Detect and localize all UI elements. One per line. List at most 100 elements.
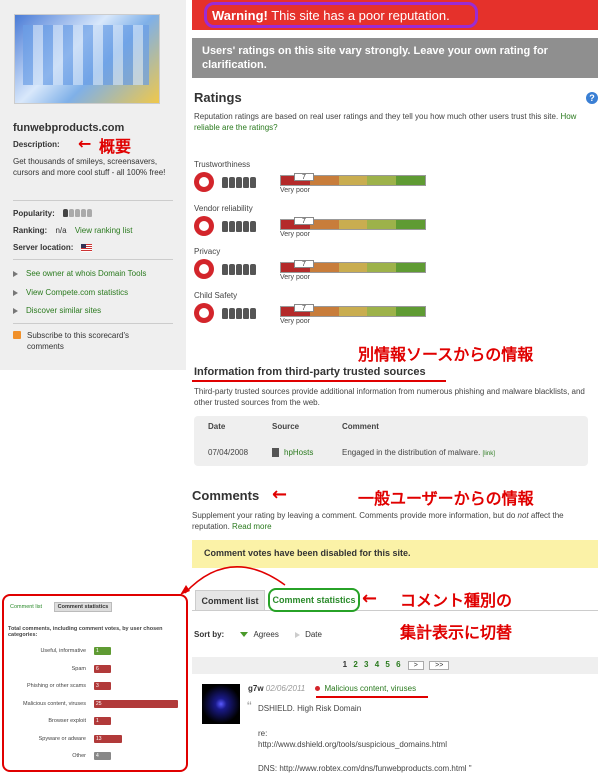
inset-row-bar: 25 <box>94 699 178 708</box>
document-icon <box>272 448 279 458</box>
quote-icon: “ <box>247 698 252 714</box>
ratings-title: Ratings <box>194 90 242 105</box>
avatar[interactable] <box>202 684 240 724</box>
server-location-row: Server location: <box>13 243 92 252</box>
annotation-curve-arrow <box>180 566 286 595</box>
comment-link[interactable]: http://www.dshield.org/tools/suspicious_… <box>258 740 447 749</box>
triangle-right-icon <box>13 289 18 296</box>
people-icon <box>222 264 257 277</box>
inset-row-label: Other <box>72 753 86 759</box>
divider <box>13 200 173 201</box>
people-icon <box>222 177 257 190</box>
annotation-arrow-toggle: ← <box>362 588 378 609</box>
column-header: Source <box>272 422 300 431</box>
inset-row-label: Spam <box>71 665 86 672</box>
inset-row-label: Phishing or other scams <box>27 683 86 689</box>
rating-value: 7 <box>294 304 314 312</box>
comment-line: DNS: http://www.robtex.com/dns/funwebpro… <box>258 764 472 773</box>
annotation-users: 一般ユーザーからの情報 <box>358 489 534 508</box>
third-party-intro: Third-party trusted sources provide addi… <box>194 387 585 407</box>
rating-label: Trustworthiness <box>194 160 251 169</box>
popularity-row: Popularity: <box>13 209 93 219</box>
comment-line: re: <box>258 729 268 738</box>
column-header: Date <box>208 422 226 431</box>
comment-date: 02/06/2011 <box>265 684 306 693</box>
ranking-list-link[interactable]: View ranking list <box>75 226 133 235</box>
comments-intro: Supplement your rating by leaving a comm… <box>192 511 564 531</box>
people-icon <box>222 308 257 321</box>
inset-row-bar: 13 <box>94 734 122 743</box>
inset-row-bar: 4 <box>94 752 111 760</box>
inset-row-label: Malicious content, viruses <box>23 700 86 707</box>
ratings-intro: Reputation ratings are based on real use… <box>194 112 577 132</box>
inset-tab-list[interactable]: Comment list <box>10 604 42 610</box>
page-link[interactable]: 4 <box>375 660 379 669</box>
annotation-arrow-users: ← <box>272 484 288 505</box>
annotation-toggle-line1: コメント種別の <box>400 591 513 610</box>
inset-row-bar: 3 <box>94 682 111 690</box>
notice-box: Users' ratings on this site vary strongl… <box>192 38 598 78</box>
annotation-arrow-overview: ← <box>78 134 92 153</box>
last-page-button[interactable]: >> <box>429 661 450 670</box>
rating-verdict: Very poor <box>280 231 310 238</box>
sort-bar: Sort by: Agrees Date <box>194 630 322 639</box>
comment-category[interactable]: Malicious content, viruses <box>324 684 416 693</box>
comment-statistics-inset: Comment list Comment statistics Total co… <box>2 594 188 772</box>
rating-label: Privacy <box>194 247 221 256</box>
read-more-link[interactable]: Read more <box>232 522 272 531</box>
category-dot-icon <box>315 686 321 692</box>
table-cell-comment: Engaged in the distribution of malware. … <box>342 448 495 457</box>
warning-highlight: Warning! This site has a poor reputation… <box>204 2 478 28</box>
inset-row-bar: 1 <box>94 647 111 655</box>
rating-ring-icon <box>194 259 214 279</box>
inset-row-label: Useful, informative <box>40 648 86 654</box>
comment-user[interactable]: g7w <box>248 684 264 693</box>
rating-value: 7 <box>294 260 314 268</box>
rating-ring-icon <box>194 303 214 323</box>
table-cell-source[interactable]: hpHosts <box>272 448 313 458</box>
pagination: 1 2 3 4 5 6 > >> <box>192 657 598 674</box>
rating-value: 7 <box>294 173 314 181</box>
inset-row-bar: 1 <box>94 717 111 725</box>
rating-child-safety[interactable]: 7 Very poor <box>194 303 434 327</box>
rating-vendor-reliability[interactable]: 7 Very poor <box>194 216 434 240</box>
inset-tab-statistics[interactable]: Comment statistics <box>54 602 112 612</box>
next-page-button[interactable]: > <box>407 661 424 670</box>
site-description: Get thousands of smileys, screensavers, … <box>13 157 166 177</box>
page-link[interactable]: 3 <box>364 660 368 669</box>
inset-row-label: Spyware or adware <box>38 735 86 742</box>
sort-desc-icon <box>240 632 249 638</box>
rating-ring-icon <box>194 216 214 236</box>
rating-verdict: Very poor <box>280 187 310 194</box>
ranking-row: Ranking: n/a View ranking list <box>13 226 133 235</box>
column-header: Comment <box>342 422 379 431</box>
rating-trustworthiness[interactable]: 7 Very poor <box>194 172 434 196</box>
sort-inactive-icon <box>295 631 301 638</box>
annotation-underline <box>192 380 446 382</box>
popularity-icon <box>63 209 93 219</box>
page-link[interactable]: 6 <box>396 660 400 669</box>
rating-label: Vendor reliability <box>194 204 253 213</box>
triangle-right-icon <box>13 307 18 314</box>
source-link[interactable]: [link] <box>483 451 495 457</box>
similar-sites-link[interactable]: Discover similar sites <box>13 306 101 315</box>
sort-agrees[interactable]: Agrees <box>253 630 278 639</box>
us-flag-icon <box>80 243 92 252</box>
help-icon[interactable]: ? <box>586 92 598 104</box>
inset-title: Total comments, including comment votes,… <box>8 626 163 638</box>
subscribe-link[interactable]: Subscribe to this scorecard's comments <box>13 330 173 352</box>
third-party-table: Date Source Comment 07/04/2008 hpHosts E… <box>194 416 588 466</box>
compete-link[interactable]: View Compete.com statistics <box>13 288 128 297</box>
page-link[interactable]: 5 <box>385 660 389 669</box>
divider <box>13 259 173 260</box>
rating-privacy[interactable]: 7 Very poor <box>194 259 434 283</box>
sort-date[interactable]: Date <box>305 630 322 639</box>
inset-row-label: Browser exploit <box>48 718 86 724</box>
whois-link[interactable]: See owner at whois Domain Tools <box>13 269 146 278</box>
rating-verdict: Very poor <box>280 274 310 281</box>
rating-label: Child Safety <box>194 291 238 300</box>
page-link[interactable]: 1 <box>343 660 347 669</box>
table-cell-date: 07/04/2008 <box>208 448 249 457</box>
description-label: Description: <box>13 140 60 149</box>
page-link[interactable]: 2 <box>353 660 357 669</box>
